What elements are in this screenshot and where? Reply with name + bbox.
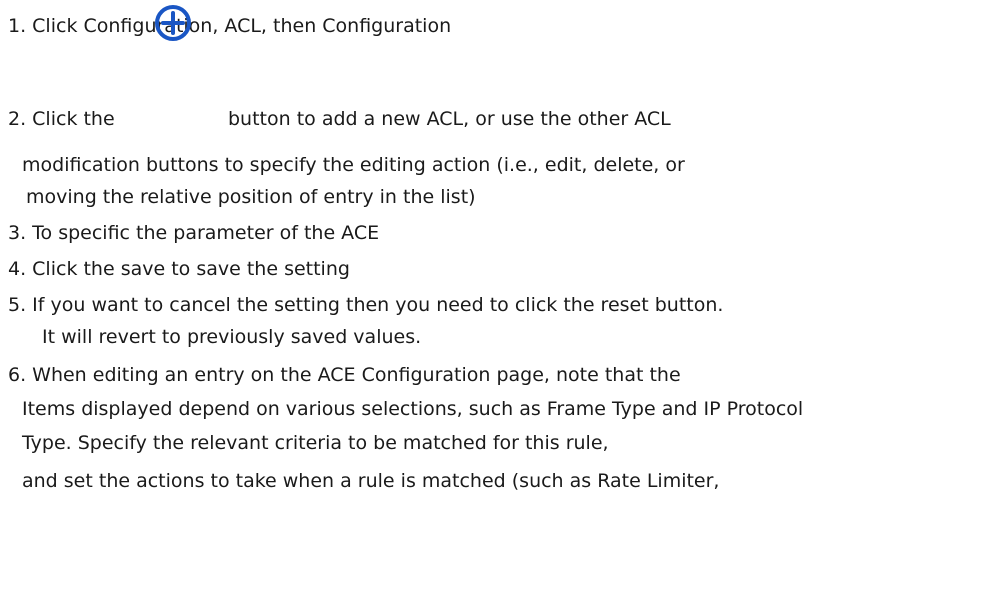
step-2-line-2: modification buttons to specify the edit… [22, 154, 685, 176]
add-circle-plus-icon [155, 5, 191, 41]
step-5-line-1: 5. If you want to cancel the setting the… [8, 294, 724, 316]
step-2-line-3: moving the relative position of entry in… [26, 186, 476, 208]
step-4: 4. Click the save to save the setting [8, 258, 350, 280]
step-1: 1. Click Configuration, ACL, then Config… [8, 15, 452, 37]
step-6-line-1: 6. When editing an entry on the ACE Conf… [8, 364, 681, 386]
step-5-line-2: It will revert to previously saved value… [42, 326, 422, 348]
step-6-line-4: and set the actions to take when a rule … [22, 470, 720, 492]
step-6-line-2: Items displayed depend on various select… [22, 398, 804, 420]
step-3: 3. To specific the parameter of the ACE [8, 222, 380, 244]
step-2-text: button to add a new ACL, or use the othe… [228, 108, 671, 130]
step-6-line-3: Type. Specify the relevant criteria to b… [22, 432, 609, 454]
step-2-prefix: 2. Click the [8, 108, 115, 130]
